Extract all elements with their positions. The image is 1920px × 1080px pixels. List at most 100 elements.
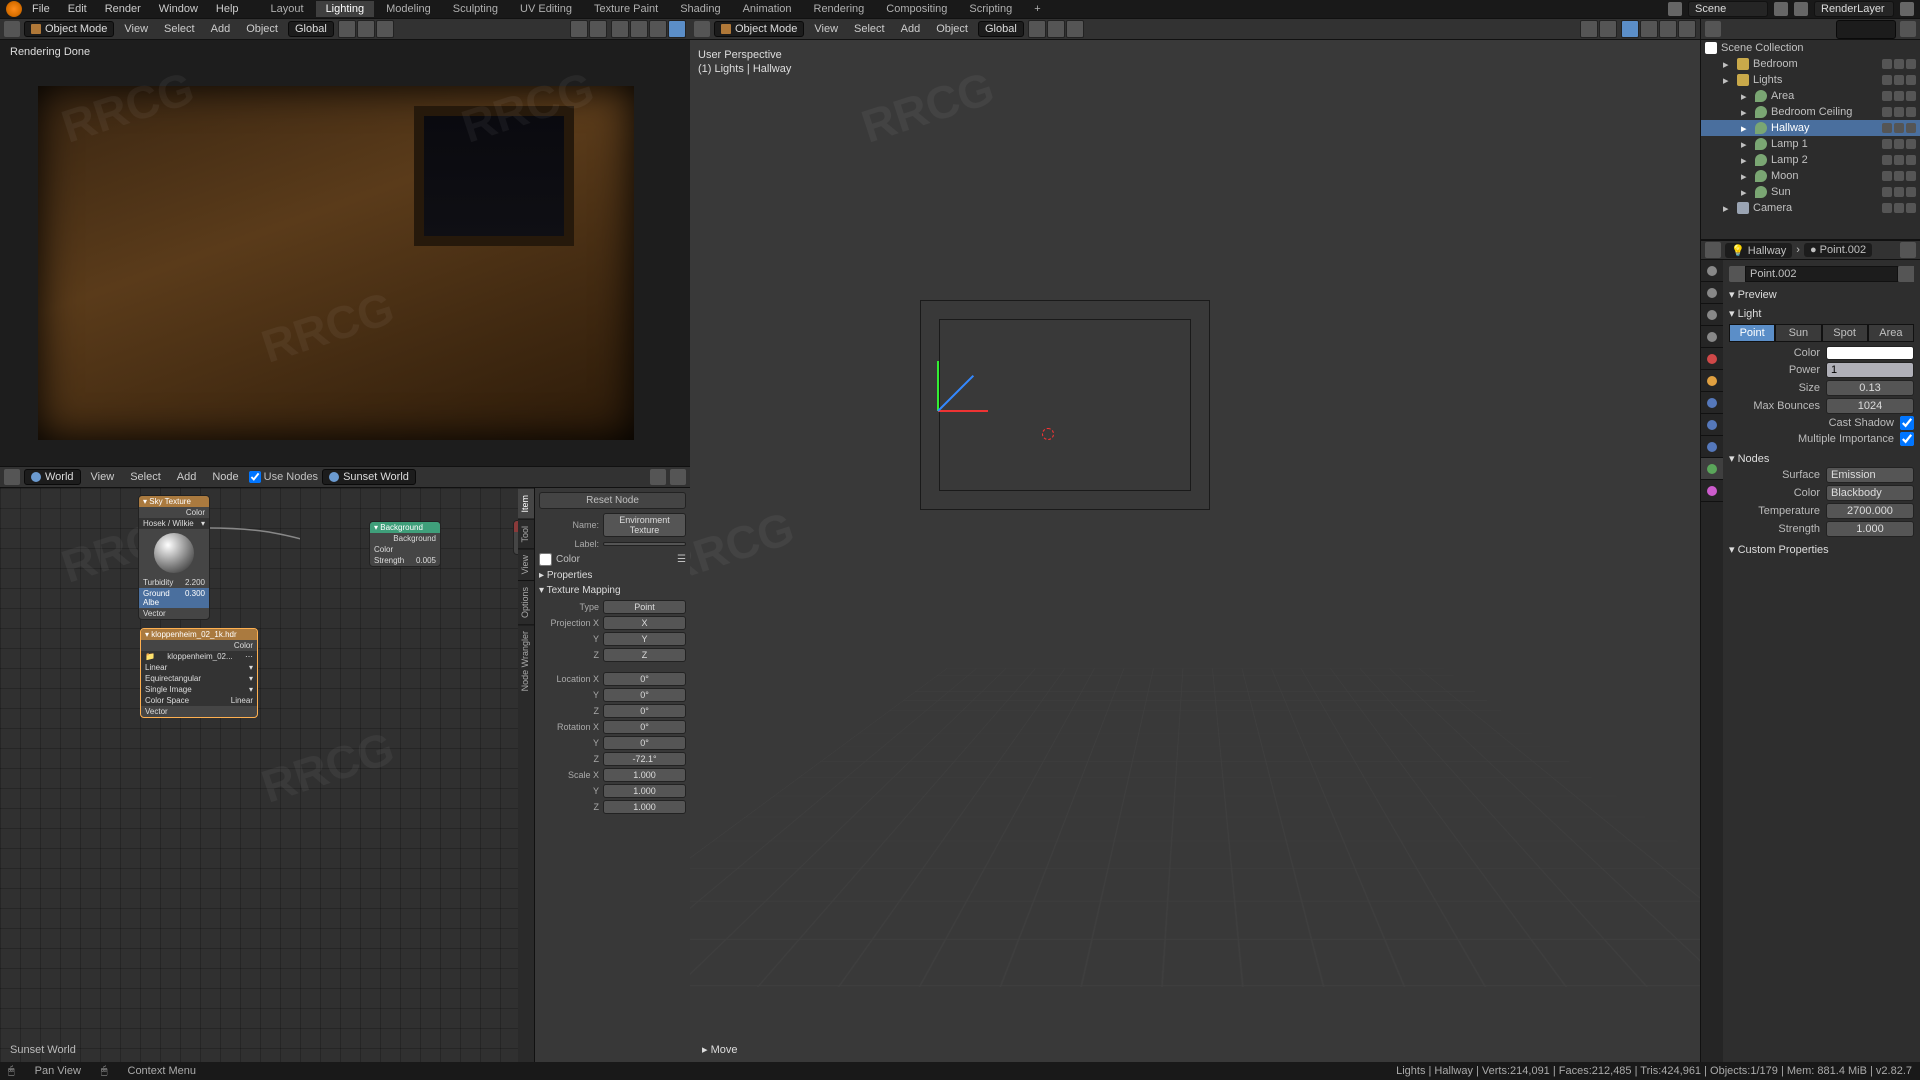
tab-animation[interactable]: Animation: [733, 1, 802, 17]
viewport-toggle-icon[interactable]: [1894, 75, 1904, 85]
render-toggle-icon[interactable]: [1906, 107, 1916, 117]
outliner-editor-icon[interactable]: [1705, 21, 1721, 37]
scene-name-input[interactable]: Scene: [1688, 1, 1768, 17]
menu-file[interactable]: File: [24, 1, 58, 17]
render-toggle-icon[interactable]: [1906, 59, 1916, 69]
rot-z[interactable]: -72.1°: [603, 752, 686, 766]
vp-mode-select[interactable]: Object Mode: [714, 21, 804, 37]
render-menu-object[interactable]: Object: [240, 21, 284, 37]
outliner-item-moon[interactable]: ▸Moon: [1701, 168, 1920, 184]
proj-z[interactable]: Z: [603, 648, 686, 662]
menu-window[interactable]: Window: [151, 1, 206, 17]
light-datablock[interactable]: Point.002: [1729, 266, 1914, 282]
proj-y[interactable]: Y: [603, 632, 686, 646]
backdrop-icon[interactable]: [670, 469, 686, 485]
outliner-root[interactable]: Scene Collection: [1701, 40, 1920, 56]
tab-rendering[interactable]: Rendering: [804, 1, 875, 17]
node-background[interactable]: ▾ Background Background Color Strength0.…: [369, 521, 441, 567]
vp-menu-select[interactable]: Select: [848, 21, 891, 37]
cast-shadow-checkbox[interactable]: [1900, 416, 1914, 430]
render-toggle-icon[interactable]: [1906, 123, 1916, 133]
rot-y[interactable]: 0°: [603, 736, 686, 750]
fake-user-toggle[interactable]: [1898, 266, 1914, 282]
tab-shading[interactable]: Shading: [670, 1, 730, 17]
light-color-swatch[interactable]: [1826, 346, 1914, 360]
snap-type[interactable]: [357, 20, 375, 38]
outliner-item-lamp-1[interactable]: ▸Lamp 1: [1701, 136, 1920, 152]
section-properties[interactable]: ▸ Properties: [539, 570, 686, 581]
tab-material-props[interactable]: [1701, 480, 1723, 502]
eye-toggle-icon[interactable]: [1882, 59, 1892, 69]
loc-z[interactable]: 0°: [603, 704, 686, 718]
tab-scripting[interactable]: Scripting: [959, 1, 1022, 17]
tab-physics-props[interactable]: [1701, 414, 1723, 436]
viewport-toggle-icon[interactable]: [1894, 203, 1904, 213]
eye-toggle-icon[interactable]: [1882, 107, 1892, 117]
eye-toggle-icon[interactable]: [1882, 187, 1892, 197]
section-nodes[interactable]: Nodes: [1729, 452, 1914, 465]
temperature-input[interactable]: 2700.000: [1826, 503, 1914, 519]
render-menu-view[interactable]: View: [118, 21, 154, 37]
light-type-area[interactable]: Area: [1868, 324, 1914, 342]
mode-select[interactable]: Object Mode: [24, 21, 114, 37]
disclosure-icon[interactable]: ▸: [1723, 58, 1733, 71]
vtab-item[interactable]: Item: [518, 488, 534, 519]
shade-matprev[interactable]: [649, 20, 667, 38]
proj-x[interactable]: X: [603, 616, 686, 630]
redo-panel[interactable]: ▸ Move: [702, 1043, 737, 1056]
light-type-sun[interactable]: Sun: [1775, 324, 1821, 342]
vp-proportional[interactable]: [1066, 20, 1084, 38]
render-toggle-icon[interactable]: [1906, 75, 1916, 85]
eye-toggle-icon[interactable]: [1882, 171, 1892, 181]
vtab-options[interactable]: Options: [518, 580, 534, 624]
tab-modifier-props[interactable]: [1701, 392, 1723, 414]
loc-y[interactable]: 0°: [603, 688, 686, 702]
render-editor-icon[interactable]: [4, 21, 20, 37]
node-label-input[interactable]: [603, 542, 686, 546]
render-viewport[interactable]: Rendering Done: [0, 40, 690, 466]
node-color-checkbox[interactable]: [539, 553, 552, 566]
type-select[interactable]: Point: [603, 600, 686, 614]
vp-menu-object[interactable]: Object: [930, 21, 974, 37]
outliner-item-area[interactable]: ▸Area: [1701, 88, 1920, 104]
section-light[interactable]: Light: [1729, 307, 1914, 320]
disclosure-icon[interactable]: ▸: [1741, 154, 1751, 167]
list-icon[interactable]: ☰: [677, 554, 686, 565]
properties-editor-icon[interactable]: [1705, 242, 1721, 258]
vp-shade-rendered[interactable]: [1678, 20, 1696, 38]
outliner-item-lights[interactable]: ▸Lights: [1701, 72, 1920, 88]
render-menu-select[interactable]: Select: [158, 21, 201, 37]
vtab-node-wrangler[interactable]: Node Wrangler: [518, 624, 534, 697]
menu-render[interactable]: Render: [97, 1, 149, 17]
tab-viewlayer-props[interactable]: [1701, 304, 1723, 326]
viewport-toggle-icon[interactable]: [1894, 155, 1904, 165]
strength-input[interactable]: 1.000: [1826, 521, 1914, 537]
tab-output-props[interactable]: [1701, 282, 1723, 304]
viewport-toggle-icon[interactable]: [1894, 107, 1904, 117]
tab-render-props[interactable]: [1701, 260, 1723, 282]
vp-overlay-toggle[interactable]: [1599, 20, 1617, 38]
viewport-toggle-icon[interactable]: [1894, 171, 1904, 181]
node-color-select[interactable]: Blackbody: [1826, 485, 1914, 501]
pin-icon-3[interactable]: [650, 469, 666, 485]
disclosure-icon[interactable]: ▸: [1723, 74, 1733, 87]
section-texture-mapping[interactable]: ▾ Texture Mapping: [539, 585, 686, 596]
node-environment-texture[interactable]: ▾ kloppenheim_02_1k.hdr Color 📁kloppenhe…: [140, 628, 258, 718]
disclosure-icon[interactable]: ▸: [1741, 170, 1751, 183]
breadcrumb-data[interactable]: ● Point.002: [1804, 243, 1872, 257]
disclosure-icon[interactable]: ▸: [1741, 138, 1751, 151]
eye-toggle-icon[interactable]: [1882, 139, 1892, 149]
rot-x[interactable]: 0°: [603, 720, 686, 734]
overlay-toggle[interactable]: [589, 20, 607, 38]
eye-toggle-icon[interactable]: [1882, 155, 1892, 165]
scale-x[interactable]: 1.000: [603, 768, 686, 782]
node-menu-view[interactable]: View: [85, 469, 121, 485]
tab-sculpting[interactable]: Sculpting: [443, 1, 508, 17]
viewport-toggle-icon[interactable]: [1894, 59, 1904, 69]
use-nodes-toggle[interactable]: Use Nodes: [249, 471, 318, 483]
snap-toggle[interactable]: [338, 20, 356, 38]
tab-uv-editing[interactable]: UV Editing: [510, 1, 582, 17]
tab-add-workspace[interactable]: +: [1024, 1, 1050, 17]
disclosure-icon[interactable]: ▸: [1723, 202, 1733, 215]
gizmo-y-axis[interactable]: [937, 361, 939, 411]
